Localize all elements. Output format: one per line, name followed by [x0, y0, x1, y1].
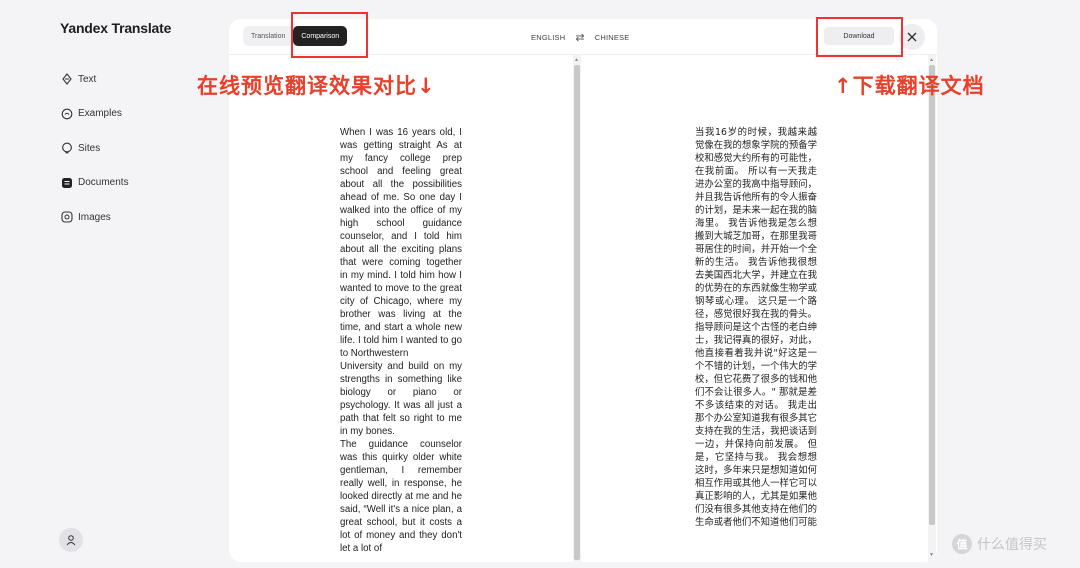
source-document-text: When I was 16 years old, I was getting s… [340, 126, 462, 555]
source-paragraph: University and build on my strengths in … [340, 361, 462, 437]
language-pair: ENGLISH ⇄ CHINESE [531, 31, 630, 44]
comparison-highlight-box [291, 12, 368, 58]
sidebar-item-label: Text [78, 73, 97, 85]
images-icon [60, 211, 73, 224]
target-language[interactable]: CHINESE [595, 33, 630, 42]
scrollbar-thumb[interactable] [574, 65, 580, 560]
comparison-annotation: 在线预览翻译效果对比↓ [197, 74, 436, 98]
translated-document-pane[interactable]: 当我16岁的时候，我越来越觉像在我的想象学院的预备学校和感觉大约所有的可能性，在… [583, 55, 927, 562]
download-highlight-box [816, 17, 903, 57]
scroll-up-icon[interactable]: ▲ [929, 57, 934, 63]
translated-paragraph: 指导顾问是这个古怪的老白绅士，我记得真的很好，对此，他直接看着我并说"好这是一个… [695, 322, 817, 528]
translation-panel: Translation Comparison ENGLISH ⇄ CHINESE… [229, 19, 937, 562]
watermark-logo-icon: 值 [952, 534, 972, 554]
scrollbar-thumb[interactable] [929, 65, 935, 525]
watermark: 值 什么值得买 [952, 534, 1047, 554]
scroll-down-icon[interactable]: ▼ [929, 552, 934, 558]
documents-icon [60, 176, 73, 189]
text-icon [60, 73, 73, 86]
source-paragraph: When I was 16 years old, I was getting s… [340, 127, 462, 359]
sidebar-item-label: Images [78, 211, 111, 223]
sidebar-item-sites[interactable]: Sites [60, 131, 129, 166]
sidebar-item-documents[interactable]: Documents [60, 166, 129, 201]
sidebar-item-images[interactable]: Images [60, 200, 129, 235]
examples-icon [60, 107, 73, 120]
user-icon [66, 535, 76, 546]
translated-scrollbar[interactable]: ▲ ▼ [928, 55, 936, 562]
sites-icon [60, 142, 73, 155]
tab-translation[interactable]: Translation [243, 26, 293, 46]
avatar[interactable] [59, 528, 83, 552]
source-paragraph: The guidance counselor was this quirky o… [340, 439, 462, 554]
translated-document-text: 当我16岁的时候，我越来越觉像在我的想象学院的预备学校和感觉大约所有的可能性，在… [695, 126, 817, 529]
source-language[interactable]: ENGLISH [531, 33, 565, 42]
close-icon [907, 32, 917, 42]
sidebar-item-label: Documents [78, 177, 129, 189]
download-annotation: ↑下载翻译文档 [834, 74, 985, 98]
sidebar-item-label: Examples [78, 108, 122, 120]
source-scrollbar[interactable]: ▲ [573, 55, 581, 562]
sidebar-item-label: Sites [78, 142, 101, 154]
sidebar-item-text[interactable]: Text [60, 62, 129, 97]
sidebar-nav: Text Examples Sites Documents Images [60, 62, 129, 235]
swap-languages-icon[interactable]: ⇄ [575, 31, 584, 44]
sidebar-item-examples[interactable]: Examples [60, 97, 129, 132]
app-title: Yandex Translate [60, 20, 172, 36]
scroll-up-icon[interactable]: ▲ [574, 57, 579, 63]
source-document-pane[interactable]: When I was 16 years old, I was getting s… [229, 55, 573, 562]
translated-paragraph: 当我16岁的时候，我越来越觉像在我的想象学院的预备学校和感觉大约所有的可能性，在… [695, 127, 817, 320]
watermark-text: 什么值得买 [977, 537, 1047, 553]
